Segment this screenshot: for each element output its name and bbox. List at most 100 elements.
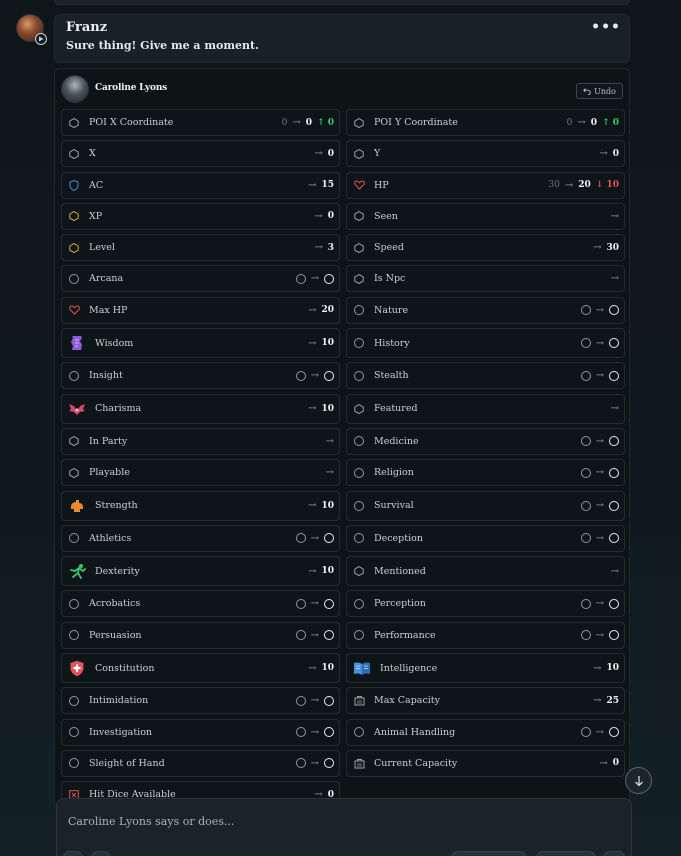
field-wisdom[interactable]: Wisdom → 10 <box>61 328 340 359</box>
arrow-right-icon: → <box>308 500 317 512</box>
field-label: Max Capacity <box>374 695 440 707</box>
arrow-right-icon: → <box>599 148 608 160</box>
field-investigation[interactable]: Investigation → <box>61 718 340 746</box>
field-persuasion[interactable]: Persuasion → <box>61 621 340 649</box>
scroll-down-button[interactable] <box>625 767 652 794</box>
field-label: Medicine <box>374 435 419 447</box>
more-options-icon[interactable]: ••• <box>591 19 621 35</box>
composer-tool-button[interactable] <box>91 851 111 856</box>
field-values: 0 → 0 ↑ 0 <box>282 117 334 128</box>
arrow-right-icon: → <box>308 304 317 316</box>
field-ac[interactable]: AC → 15 <box>61 171 340 199</box>
field-constitution[interactable]: Constitution → 10 <box>61 653 340 684</box>
field-label: Featured <box>374 403 418 415</box>
new-value: 10 <box>321 566 334 577</box>
field-values: → <box>326 467 334 478</box>
new-value: 0 <box>612 758 619 769</box>
field-religion[interactable]: Religion → <box>346 459 625 487</box>
field-hp[interactable]: HP 30 → 20 ↓ 10 <box>346 171 625 199</box>
field-is-npc[interactable]: Is Npc → <box>346 265 625 293</box>
new-value-circle-icon <box>324 598 334 609</box>
field-in-party[interactable]: In Party → <box>61 427 340 455</box>
field-speed[interactable]: Speed → 30 <box>346 234 625 262</box>
field-performance[interactable]: Performance → <box>346 621 625 649</box>
field-deception[interactable]: Deception → <box>346 524 625 552</box>
arrow-right-icon: → <box>595 598 604 610</box>
field-playable[interactable]: Playable → <box>61 459 340 487</box>
field-values: → 20 <box>308 305 334 316</box>
hexagon-icon <box>353 242 365 254</box>
circle-icon <box>353 435 365 447</box>
field-label: Intimidation <box>89 695 149 707</box>
arrow-right-icon: → <box>595 629 604 641</box>
field-mentioned[interactable]: Mentioned → <box>346 556 625 587</box>
field-label: Insight <box>89 370 123 382</box>
field-intelligence[interactable]: Intelligence → 10 <box>346 653 625 684</box>
field-label: Max HP <box>89 304 128 316</box>
field-seen[interactable]: Seen → <box>346 202 625 230</box>
field-label: XP <box>89 210 103 222</box>
field-label: Arcana <box>89 273 124 285</box>
field-charisma[interactable]: Charisma → 10 <box>61 393 340 424</box>
field-values: → <box>580 629 619 641</box>
character-name: Caroline Lyons <box>95 83 168 93</box>
field-intimidation[interactable]: Intimidation → <box>61 687 340 715</box>
message-composer <box>56 798 632 856</box>
hexagon-icon <box>353 117 365 129</box>
field-x[interactable]: X → 0 <box>61 140 340 168</box>
circle-icon <box>353 500 365 512</box>
hexagon-icon <box>68 435 80 447</box>
field-medicine[interactable]: Medicine → <box>346 427 625 455</box>
old-value: 0 <box>566 117 573 128</box>
field-xp[interactable]: XP → 0 <box>61 202 340 230</box>
field-dexterity[interactable]: Dexterity → 10 <box>61 556 340 587</box>
field-label: Athletics <box>89 532 132 544</box>
arrow-right-icon: → <box>593 695 602 707</box>
field-featured[interactable]: Featured → <box>346 393 625 424</box>
field-arcana[interactable]: Arcana → <box>61 265 340 293</box>
field-insight[interactable]: Insight → <box>61 362 340 390</box>
new-value-circle-icon <box>324 533 334 544</box>
field-strength[interactable]: Strength → 10 <box>61 490 340 521</box>
new-value-circle-icon <box>324 630 334 641</box>
field-max-hp[interactable]: Max HP → 20 <box>61 296 340 324</box>
field-y[interactable]: Y → 0 <box>346 140 625 168</box>
composer-action-button[interactable] <box>536 851 596 856</box>
field-grid: POI X Coordinate 0 → 0 ↑ 0 POI Y Coordinate 0 →… <box>61 109 625 807</box>
composer-action-button[interactable] <box>451 851 527 856</box>
delta-value: ↑ 0 <box>602 117 619 128</box>
field-label: Religion <box>374 467 414 479</box>
field-animal-handling[interactable]: Animal Handling → <box>346 718 625 746</box>
old-value-circle-icon <box>580 598 591 609</box>
field-poi-x-coordinate[interactable]: POI X Coordinate 0 → 0 ↑ 0 <box>61 109 340 136</box>
arrow-right-icon: → <box>310 598 319 610</box>
undo-button[interactable]: Undo <box>576 83 623 99</box>
composer-input[interactable] <box>68 812 608 830</box>
field-label: Stealth <box>374 370 409 382</box>
new-value-circle-icon <box>609 467 619 478</box>
constitution-shield-icon <box>68 659 86 677</box>
field-athletics[interactable]: Athletics → <box>61 524 340 552</box>
send-button[interactable] <box>603 851 625 856</box>
field-history[interactable]: History → <box>346 328 625 359</box>
circle-icon <box>68 726 80 738</box>
field-stealth[interactable]: Stealth → <box>346 362 625 390</box>
field-max-capacity[interactable]: Max Capacity → 25 <box>346 687 625 715</box>
field-current-capacity[interactable]: Current Capacity → 0 <box>346 749 625 777</box>
arrow-right-icon: → <box>310 726 319 738</box>
field-perception[interactable]: Perception → <box>346 590 625 618</box>
field-values: → <box>295 533 334 544</box>
arrow-down-icon <box>634 775 643 786</box>
arrow-right-icon: → <box>595 532 604 544</box>
play-icon[interactable] <box>35 33 47 45</box>
field-sleight-of-hand[interactable]: Sleight of Hand → <box>61 749 340 777</box>
composer-tool-button[interactable] <box>63 851 83 856</box>
old-value-circle-icon <box>580 467 591 478</box>
field-survival[interactable]: Survival → <box>346 490 625 521</box>
field-acrobatics[interactable]: Acrobatics → <box>61 590 340 618</box>
dexterity-runner-icon <box>68 562 86 580</box>
field-level[interactable]: Level → 3 <box>61 234 340 262</box>
field-poi-y-coordinate[interactable]: POI Y Coordinate 0 → 0 ↑ 0 <box>346 109 625 136</box>
field-nature[interactable]: Nature → <box>346 296 625 324</box>
field-label: Persuasion <box>89 629 142 641</box>
